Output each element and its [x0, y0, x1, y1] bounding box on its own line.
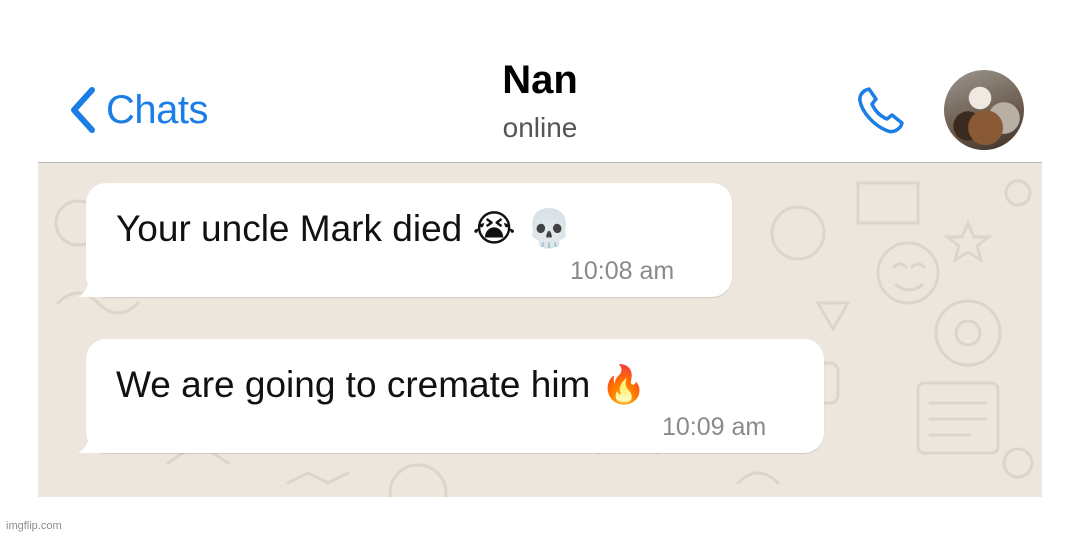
message-bubble[interactable]: We are going to cremate him 🔥 10:09 am: [86, 339, 824, 453]
message-text: We are going to cremate him 🔥: [116, 363, 647, 407]
bubble-tail: [78, 269, 106, 297]
fire-emoji: 🔥: [600, 363, 647, 406]
chevron-left-icon: [71, 87, 95, 133]
skull-emoji: 💀: [526, 207, 573, 250]
message-timestamp: 10:09 am: [662, 413, 767, 441]
message-text-body: We are going to cremate him: [116, 364, 591, 405]
back-label: Chats: [106, 87, 209, 132]
message-text: Your uncle Mark died 😭 💀: [116, 207, 572, 251]
message-text-body: Your uncle Mark died: [116, 208, 463, 249]
back-button[interactable]: Chats: [66, 84, 209, 136]
contact-name[interactable]: Nan: [440, 58, 640, 103]
crying-face-emoji: 😭: [472, 207, 516, 250]
watermark: imgflip.com: [6, 520, 62, 532]
avatar[interactable]: [944, 70, 1024, 150]
message-timestamp: 10:08 am: [570, 257, 675, 285]
message-bubble[interactable]: Your uncle Mark died 😭 💀 10:08 am: [86, 183, 732, 297]
phone-icon[interactable]: [856, 84, 910, 136]
chat-area[interactable]: Your uncle Mark died 😭 💀 10:08 am We are…: [38, 163, 1042, 497]
bubble-tail: [78, 425, 106, 453]
contact-status: online: [502, 112, 578, 143]
